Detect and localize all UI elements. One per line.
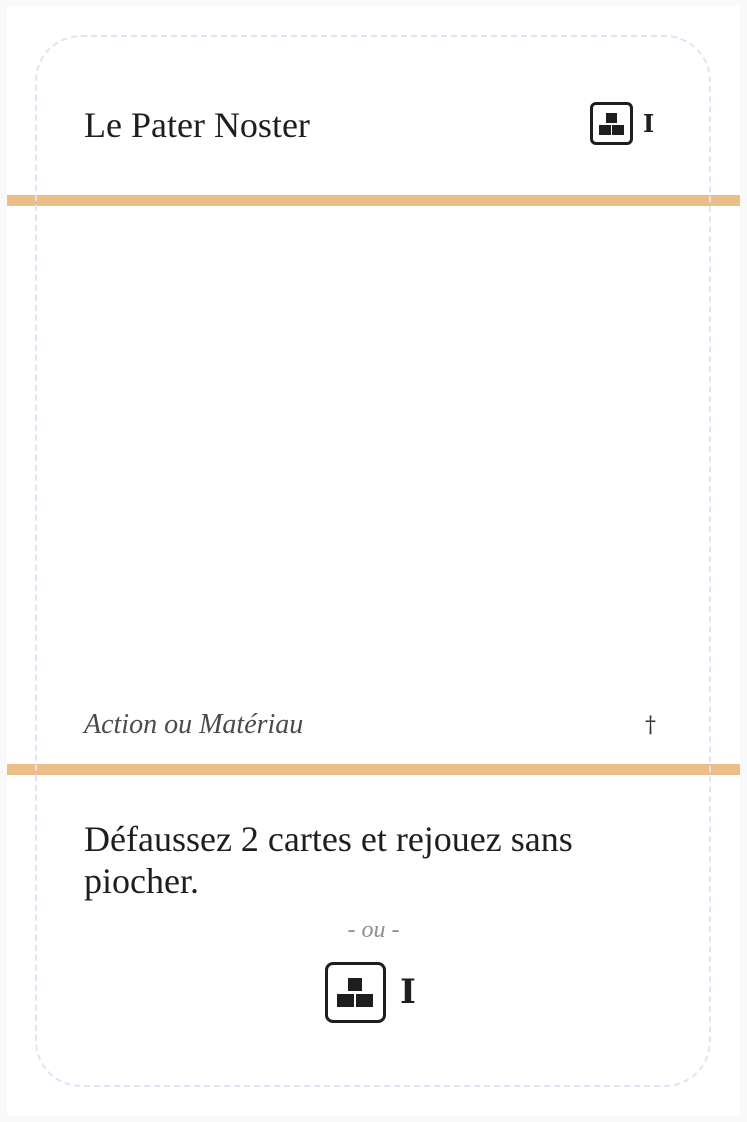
- illustration-area: [7, 206, 740, 764]
- bottom-divider-band: [7, 764, 740, 775]
- alternative-separator: - ou -: [347, 917, 400, 943]
- alternative-cost-badge: I: [325, 962, 416, 1023]
- card-effect-text: Défaussez 2 cartes et rejouez sans pioch…: [84, 819, 573, 901]
- material-blocks-icon: [325, 962, 386, 1023]
- cost-badge: I: [590, 102, 654, 145]
- card-title: Le Pater Noster: [84, 105, 310, 145]
- top-divider-band: [7, 195, 740, 206]
- card: Le Pater Noster I Action ou Matériau † D…: [0, 0, 747, 1122]
- dagger-icon: †: [645, 713, 656, 738]
- alternative-cost-value: I: [400, 972, 416, 1012]
- cost-value: I: [643, 109, 655, 138]
- card-type-line: Action ou Matériau: [84, 709, 304, 740]
- material-blocks-icon: [590, 102, 633, 145]
